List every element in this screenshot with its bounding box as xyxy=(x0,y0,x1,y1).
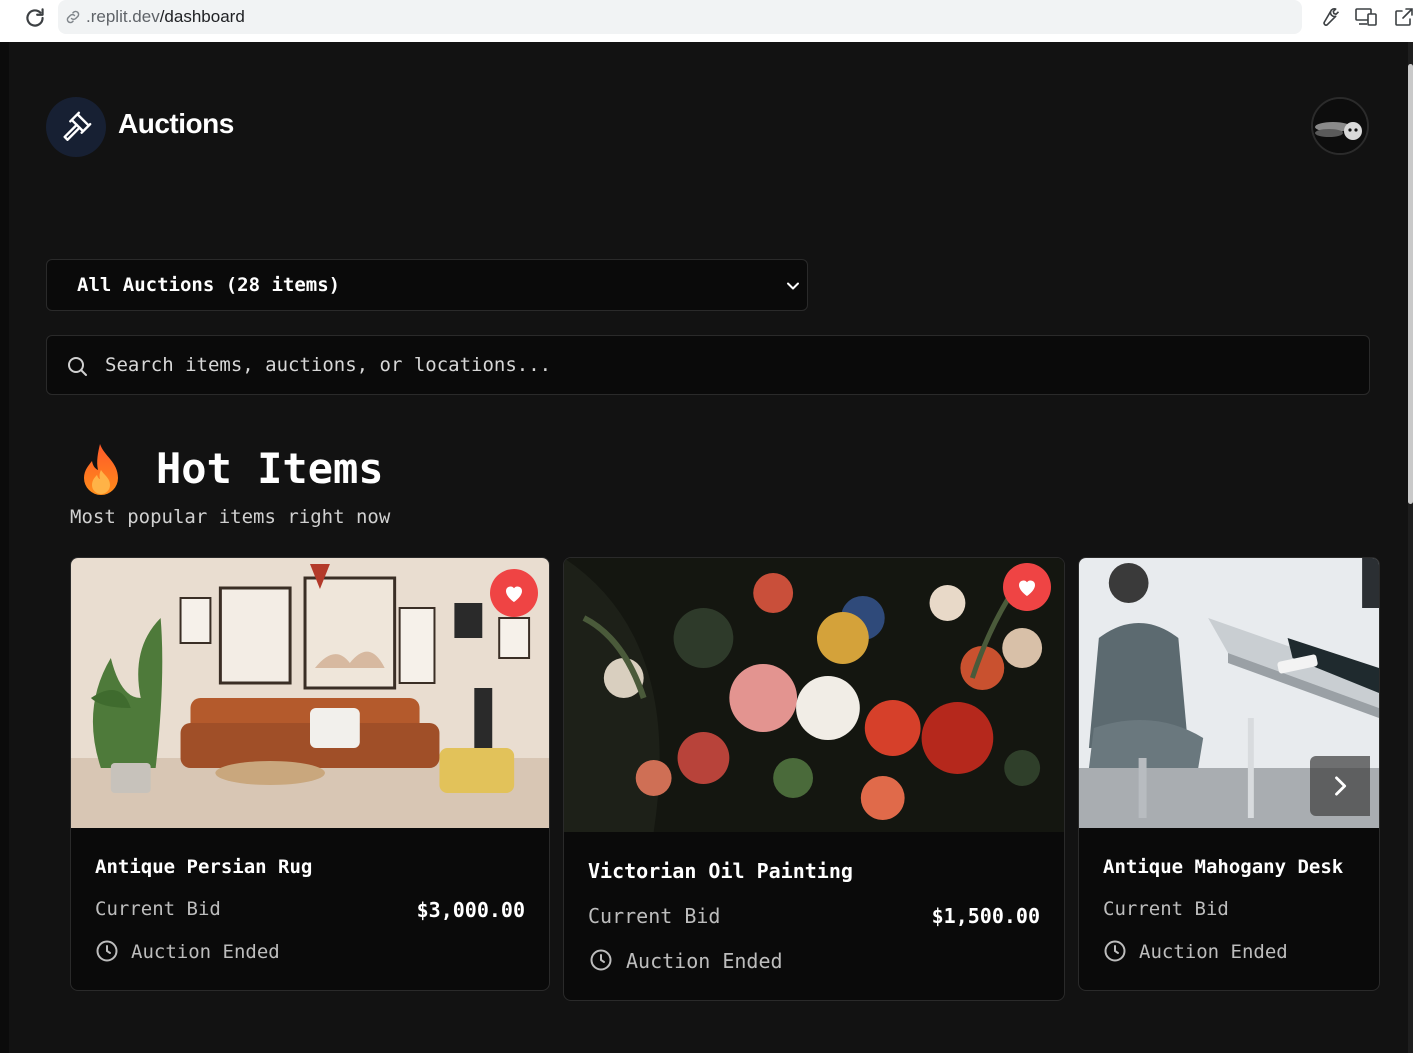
url-text: .replit.dev/dashboard xyxy=(86,7,245,27)
auction-card[interactable]: Antique Persian Rug Current Bid $3,000.0… xyxy=(70,557,550,991)
section-subtitle: Most popular items right now xyxy=(70,506,391,528)
avatar-image xyxy=(1313,99,1367,153)
section-title: Hot Items xyxy=(156,444,384,493)
item-name[interactable]: Victorian Oil Painting xyxy=(588,859,853,883)
chevron-down-icon xyxy=(787,282,799,290)
current-bid-value: $1,500.00 xyxy=(931,904,1040,928)
search-icon xyxy=(68,357,87,376)
current-bid-label: Current Bid xyxy=(1103,898,1229,920)
reload-icon[interactable] xyxy=(22,5,48,31)
auction-filter-value: All Auctions (28 items) xyxy=(77,274,341,296)
search-box[interactable] xyxy=(46,335,1370,395)
url-domain: .replit.dev xyxy=(86,7,160,26)
favorite-button[interactable] xyxy=(1003,563,1051,611)
auction-status: Auction Ended xyxy=(626,949,783,973)
clock-icon xyxy=(1104,940,1126,962)
item-name[interactable]: Antique Mahogany Desk xyxy=(1103,856,1343,878)
url-path: /dashboard xyxy=(159,7,245,26)
fire-icon xyxy=(84,444,118,495)
logo[interactable] xyxy=(46,97,106,157)
user-avatar[interactable] xyxy=(1311,97,1369,155)
app-page: Auctions All Auctions (28 items) Search … xyxy=(0,42,1413,1053)
devices-icon[interactable] xyxy=(1354,5,1378,29)
address-bar[interactable]: .replit.dev/dashboard xyxy=(58,0,1302,34)
auction-filter-select[interactable]: All Auctions (28 items) xyxy=(46,259,808,311)
item-name[interactable]: Antique Persian Rug xyxy=(95,856,312,878)
scrollbar-track[interactable] xyxy=(1408,42,1413,1053)
current-bid-label: Current Bid xyxy=(95,898,221,920)
auction-status: Auction Ended xyxy=(131,941,280,963)
brand-title[interactable]: Auctions xyxy=(118,108,234,140)
current-bid-value: $3,000.00 xyxy=(416,898,525,922)
open-external-icon[interactable] xyxy=(1392,5,1413,29)
item-image xyxy=(71,558,549,828)
heart-icon xyxy=(506,586,522,602)
auction-status: Auction Ended xyxy=(1139,941,1288,963)
current-bid-label: Current Bid xyxy=(588,904,721,928)
heart-icon xyxy=(1019,580,1035,596)
auction-card[interactable]: Victorian Oil Painting Current Bid $1,50… xyxy=(563,557,1065,1001)
wrench-icon[interactable] xyxy=(1316,5,1340,29)
clock-icon xyxy=(96,940,118,962)
chevron-right-icon xyxy=(1335,776,1347,796)
link-icon xyxy=(66,10,80,24)
browser-toolbar: .replit.dev/dashboard xyxy=(0,0,1413,42)
carousel-next-button[interactable] xyxy=(1310,756,1370,816)
search-input[interactable] xyxy=(105,348,1305,382)
left-border xyxy=(0,42,9,1053)
item-image xyxy=(564,558,1064,832)
favorite-button[interactable] xyxy=(490,569,538,617)
scrollbar-thumb[interactable] xyxy=(1408,64,1413,504)
clock-icon xyxy=(590,949,612,971)
gavel-icon xyxy=(63,111,92,141)
